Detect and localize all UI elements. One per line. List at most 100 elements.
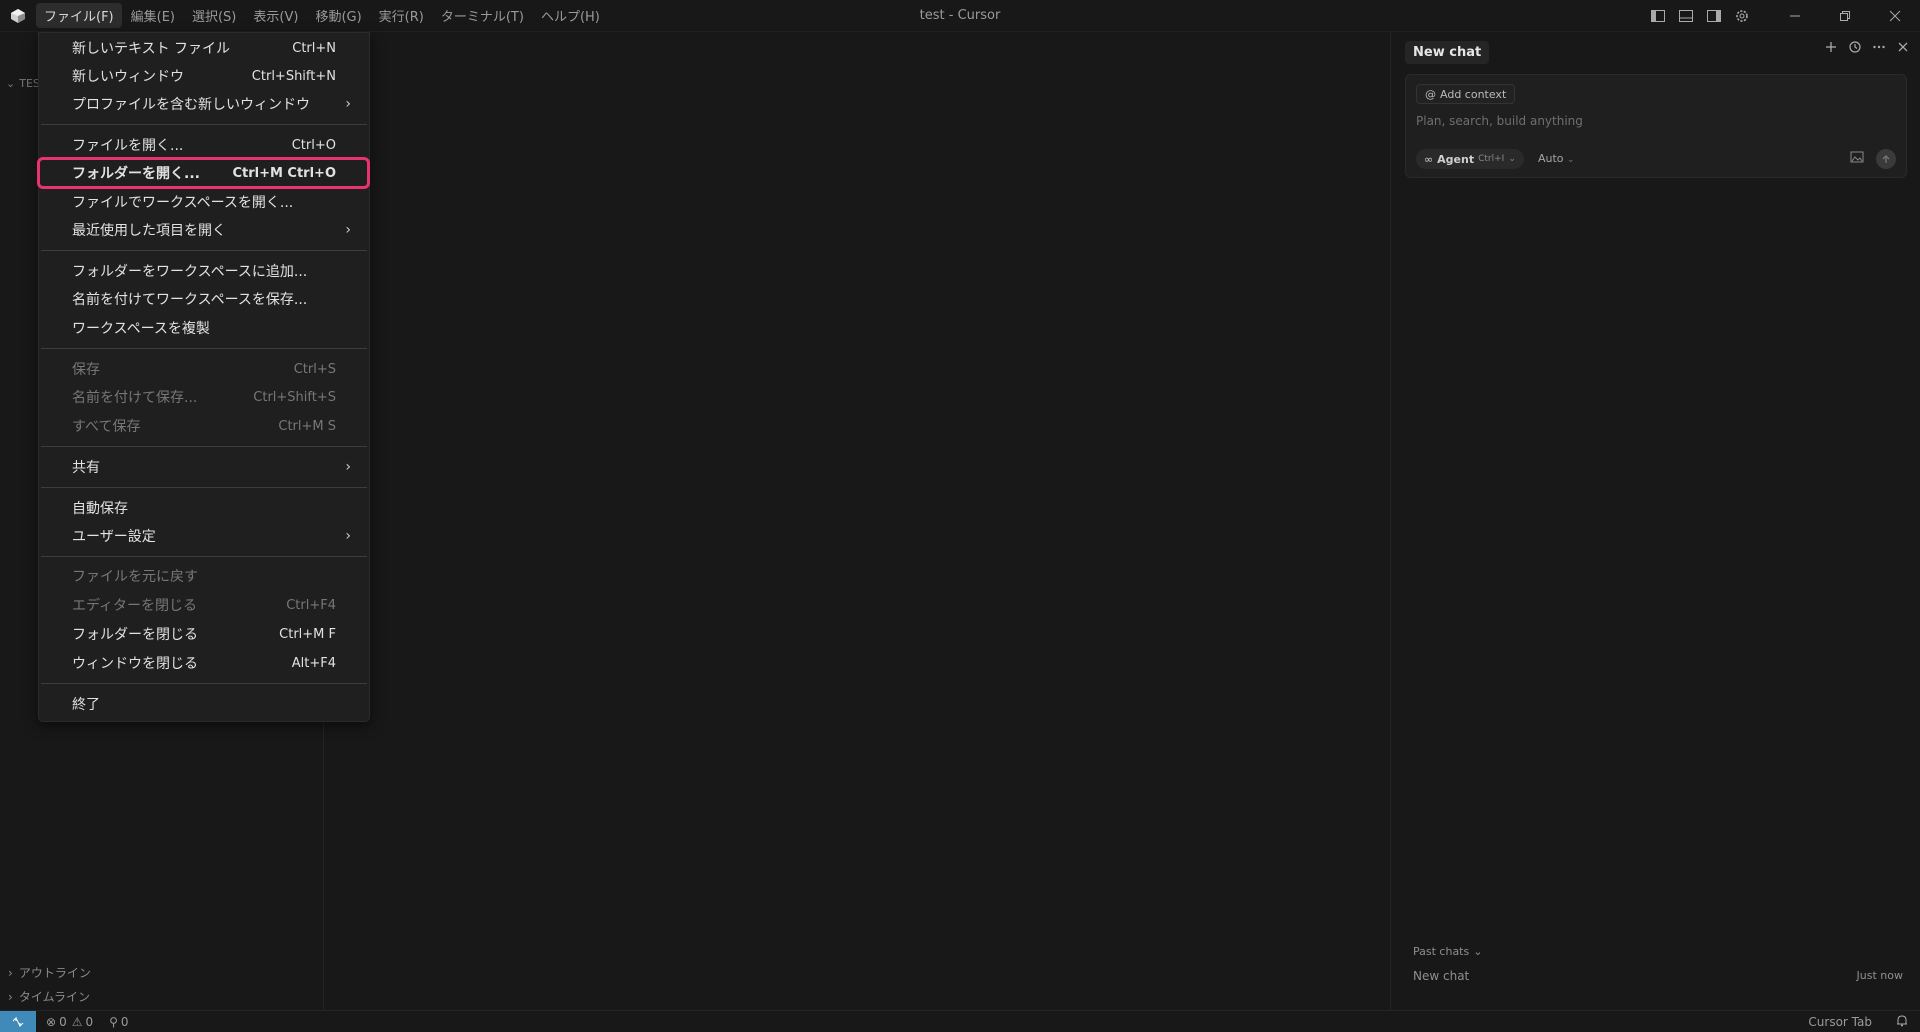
- menu-auto-save[interactable]: 自動保存: [39, 495, 369, 521]
- at-sign-icon: @: [1425, 87, 1436, 101]
- agent-mode-selector[interactable]: ∞ Agent Ctrl+I ⌄: [1416, 149, 1524, 169]
- menu-go[interactable]: 移動(G): [307, 3, 369, 28]
- menu-close-window[interactable]: ウィンドウを閉じる Alt+F4: [39, 650, 369, 676]
- chevron-right-icon: ›: [8, 989, 13, 1004]
- menu-preferences[interactable]: ユーザー設定 ›: [39, 523, 369, 549]
- menu-revert-file[interactable]: ファイルを元に戻す: [39, 563, 369, 589]
- image-upload-icon[interactable]: [1850, 151, 1864, 167]
- minimize-icon[interactable]: [1770, 0, 1820, 32]
- cursor-logo-icon: [0, 0, 36, 32]
- menu-open-file[interactable]: ファイルを開く... Ctrl+O: [39, 132, 369, 158]
- timeline-label: タイムライン: [18, 990, 90, 1004]
- agent-shortcut: Ctrl+I: [1478, 154, 1505, 164]
- menu-new-window[interactable]: 新しいウィンドウ Ctrl+Shift+N: [39, 63, 369, 89]
- menu-view[interactable]: 表示(V): [245, 3, 306, 28]
- menu-item-label: 新しいウィンドウ: [72, 69, 184, 85]
- menu-item-label: ワークスペースを複製: [72, 321, 210, 337]
- error-icon: ⊗: [46, 1014, 57, 1029]
- menu-open-workspace-from-file[interactable]: ファイルでワークスペースを開く...: [39, 189, 369, 215]
- menu-exit[interactable]: 終了: [39, 691, 369, 717]
- menu-item-label: 名前を付けて保存...: [72, 390, 198, 406]
- chat-panel: New chat @ Add context Plan, search, bui…: [1390, 32, 1920, 1010]
- chevron-down-icon: ⌄: [1508, 154, 1516, 164]
- menu-item-shortcut: Ctrl+Shift+N: [251, 68, 336, 84]
- menu-item-label: 最近使用した項目を開く: [72, 223, 226, 239]
- chat-tab[interactable]: New chat: [1405, 41, 1490, 64]
- new-chat-plus-icon[interactable]: [1824, 40, 1838, 58]
- status-bar: ⊗ 0 ⚠ 0 ⚲ 0 Cursor Tab: [0, 1010, 1920, 1032]
- menu-close-folder[interactable]: フォルダーを閉じる Ctrl+M F: [39, 621, 369, 647]
- menu-terminal[interactable]: ターミナル(T): [433, 3, 532, 28]
- menu-selection[interactable]: 選択(S): [184, 3, 244, 28]
- menu-save-as[interactable]: 名前を付けて保存... Ctrl+Shift+S: [39, 384, 369, 410]
- more-actions-icon[interactable]: [1872, 40, 1886, 58]
- outline-section[interactable]: › アウトライン: [8, 964, 91, 981]
- past-chat-item[interactable]: New chat Just now: [1413, 969, 1903, 983]
- menu-run[interactable]: 実行(R): [371, 3, 432, 28]
- menu-open-folder[interactable]: フォルダーを開く... Ctrl+M Ctrl+O: [39, 160, 369, 186]
- history-icon[interactable]: [1848, 40, 1862, 58]
- explorer-folder-header[interactable]: ⌄ TES: [6, 77, 40, 90]
- timeline-section[interactable]: › タイムライン: [8, 988, 90, 1005]
- menu-separator: [41, 446, 367, 447]
- settings-gear-icon[interactable]: [1728, 0, 1756, 32]
- editor-area: [324, 32, 1390, 1010]
- notification-bell-icon[interactable]: [1896, 1014, 1908, 1030]
- past-chats-label: Past chats: [1413, 945, 1470, 958]
- ports-count: 0: [120, 1014, 129, 1029]
- menu-separator: [41, 556, 367, 557]
- menu-item-label: 新しいテキスト ファイル: [72, 41, 231, 57]
- menu-file[interactable]: ファイル(F): [36, 3, 122, 28]
- menu-item-label: ファイルでワークスペースを開く...: [72, 195, 294, 211]
- chevron-right-icon: ›: [8, 965, 13, 980]
- menu-item-label: エディターを閉じる: [72, 598, 198, 614]
- error-count: 0: [59, 1014, 67, 1029]
- menu-add-folder-to-workspace[interactable]: フォルダーをワークスペースに追加...: [39, 258, 369, 284]
- menu-item-shortcut: Alt+F4: [291, 655, 336, 671]
- menu-item-label: プロファイルを含む新しいウィンドウ: [72, 97, 310, 113]
- menu-item-label: ファイルを開く...: [72, 138, 184, 154]
- close-chat-icon[interactable]: [1896, 40, 1910, 58]
- toggle-panel-icon[interactable]: [1672, 0, 1700, 32]
- past-chats-toggle[interactable]: Past chats ⌄: [1413, 945, 1482, 958]
- remote-indicator-button[interactable]: [0, 1010, 36, 1032]
- restore-icon[interactable]: [1820, 0, 1870, 32]
- menu-item-label: すべて保存: [72, 419, 141, 435]
- cursor-tab-status[interactable]: Cursor Tab: [1808, 1015, 1872, 1029]
- menu-help[interactable]: ヘルプ(H): [533, 3, 608, 28]
- chevron-right-icon: ›: [345, 459, 351, 475]
- toggle-secondary-sidebar-icon[interactable]: [1700, 0, 1728, 32]
- add-context-button[interactable]: @ Add context: [1416, 84, 1516, 104]
- menu-duplicate-workspace[interactable]: ワークスペースを複製: [39, 315, 369, 341]
- menu-new-text-file[interactable]: 新しいテキスト ファイル Ctrl+N: [39, 35, 369, 61]
- menu-save[interactable]: 保存 Ctrl+S: [39, 356, 369, 382]
- menu-save-workspace-as[interactable]: 名前を付けてワークスペースを保存...: [39, 286, 369, 312]
- menu-new-window-with-profile[interactable]: プロファイルを含む新しいウィンドウ ›: [39, 91, 369, 117]
- agent-label: Agent: [1437, 152, 1475, 166]
- menu-item-shortcut: Ctrl+N: [292, 40, 336, 56]
- chevron-down-icon: ⌄: [1473, 945, 1483, 958]
- problems-status[interactable]: ⊗ 0 ⚠ 0: [46, 1015, 93, 1029]
- menu-edit[interactable]: 編集(E): [123, 3, 183, 28]
- menu-separator: [41, 487, 367, 488]
- menu-share[interactable]: 共有 ›: [39, 454, 369, 480]
- menu-open-recent[interactable]: 最近使用した項目を開く ›: [39, 217, 369, 243]
- toggle-primary-sidebar-icon[interactable]: [1644, 0, 1672, 32]
- menu-save-all[interactable]: すべて保存 Ctrl+M S: [39, 413, 369, 439]
- chevron-down-icon: ⌄: [1567, 155, 1575, 165]
- close-window-icon[interactable]: [1870, 0, 1920, 32]
- chat-input[interactable]: Plan, search, build anything: [1416, 114, 1583, 128]
- menu-item-shortcut: Ctrl+M S: [278, 418, 336, 434]
- chevron-down-icon: ⌄: [6, 77, 16, 90]
- ports-status[interactable]: ⚲ 0: [109, 1015, 128, 1029]
- model-selector[interactable]: Auto ⌄: [1538, 152, 1575, 165]
- send-button[interactable]: [1876, 149, 1896, 169]
- menu-separator: [41, 683, 367, 684]
- menu-item-label: 共有: [72, 460, 100, 476]
- menu-close-editor[interactable]: エディターを閉じる Ctrl+F4: [39, 592, 369, 618]
- status-right: Cursor Tab: [1808, 1011, 1908, 1032]
- explorer-folder-label: TES: [19, 77, 40, 90]
- arrow-up-icon: [1882, 155, 1890, 163]
- chat-header-actions: [1824, 40, 1910, 58]
- remote-icon: [12, 1016, 24, 1027]
